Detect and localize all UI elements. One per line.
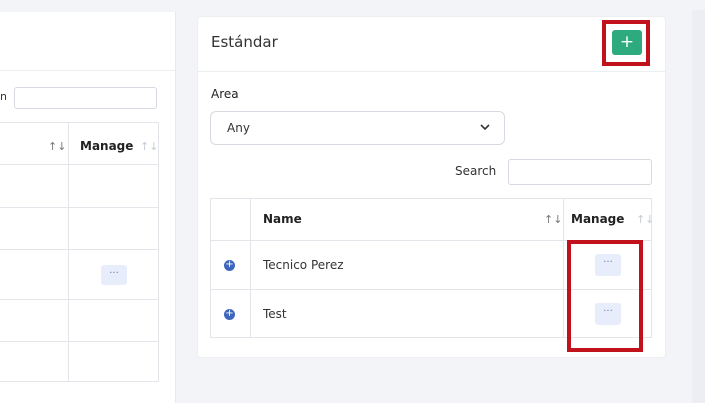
plus-circle-icon[interactable] xyxy=(224,306,235,322)
card-title: Estándar xyxy=(211,33,278,51)
left-card-header xyxy=(0,12,175,71)
add-button[interactable]: + xyxy=(612,30,642,55)
left-manage-button[interactable]: ··· xyxy=(101,265,127,285)
row-name: Test xyxy=(263,307,287,321)
column-header-name[interactable]: Name xyxy=(263,212,302,226)
sort-icon[interactable]: ↑↓ xyxy=(48,140,66,153)
area-label: Area xyxy=(211,87,239,101)
sort-icon[interactable]: ↑↓ xyxy=(544,213,562,226)
search-label: Search xyxy=(455,164,497,178)
table-divider xyxy=(563,199,564,337)
left-table: ↑↓ Manage ↑↓ ··· xyxy=(0,122,159,382)
card-divider xyxy=(198,71,665,72)
left-table-line xyxy=(0,299,158,300)
area-select-value: Any xyxy=(227,121,250,135)
left-table-line xyxy=(0,207,158,208)
left-search-label: n xyxy=(0,90,7,103)
manage-column-highlight xyxy=(567,240,643,352)
search-input[interactable] xyxy=(508,159,652,185)
left-table-line xyxy=(0,249,158,250)
column-header-manage[interactable]: Manage xyxy=(571,212,624,226)
sort-icon[interactable]: ↑↓ xyxy=(636,213,654,226)
left-table-line xyxy=(0,164,158,165)
area-select[interactable]: Any xyxy=(210,111,505,145)
left-manage-header: Manage xyxy=(80,139,134,153)
table-divider xyxy=(250,199,251,337)
right-gutter xyxy=(692,10,705,403)
left-table-divider xyxy=(68,123,69,381)
plus-circle-icon[interactable] xyxy=(224,257,235,273)
left-search-input[interactable] xyxy=(14,87,157,109)
sort-icon[interactable]: ↑↓ xyxy=(140,140,158,153)
left-table-line xyxy=(0,341,158,342)
top-band xyxy=(0,0,705,10)
row-name: Tecnico Perez xyxy=(263,258,344,272)
chevron-down-icon xyxy=(480,124,490,131)
